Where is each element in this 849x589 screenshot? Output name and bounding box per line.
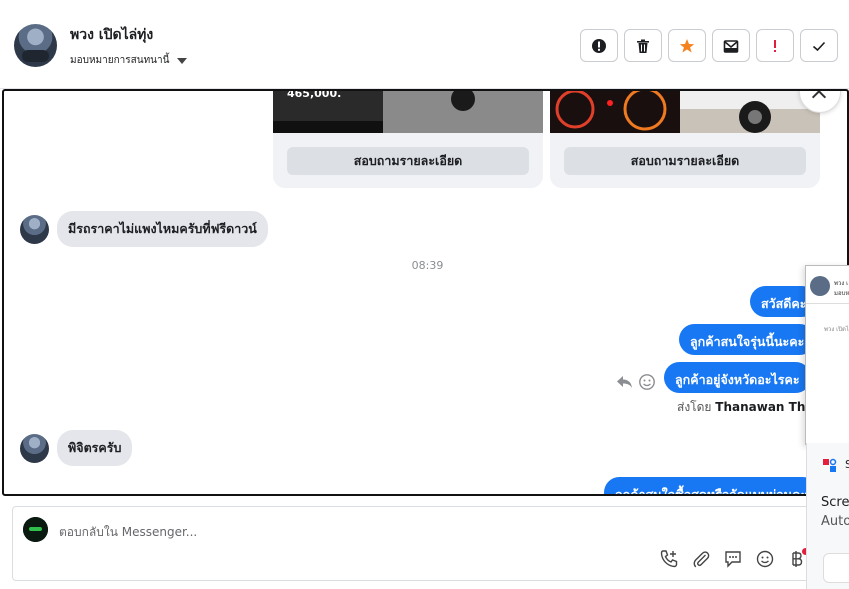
star-button[interactable] — [668, 29, 706, 62]
trash-icon — [637, 39, 649, 53]
preview-line: พวง เปิดไล่ทุ่ง — [824, 326, 849, 333]
recorder-subtitle: Auto — [821, 514, 849, 529]
outgoing-message-bubble[interactable]: ลูกค้าอยู่จังหวัดอะไรคะ — [664, 362, 811, 393]
phone-add-icon[interactable] — [659, 549, 679, 569]
car-dashboard-photo — [550, 91, 820, 133]
preview-line: มอบหม — [834, 290, 849, 297]
reply-input[interactable]: ตอบกลับใน Messenger... — [59, 523, 197, 542]
inbox-conversation-view: พวง เปิดไล่ทุ่ง มอบหมายการสนทนานี้ 465,0… — [0, 0, 849, 589]
incoming-message-row: พิจิตรครับ — [20, 430, 133, 466]
message-thread[interactable]: 465,000. สอบถามรายละเอียด สอบถามรายละเอี… — [2, 89, 849, 496]
mark-unread-button[interactable] — [712, 29, 750, 62]
report-spam-button[interactable] — [580, 29, 618, 62]
carousel-card: 465,000. สอบถามรายละเอียด — [273, 91, 543, 188]
recorder-title: Screen — [821, 495, 849, 510]
message-actions — [616, 373, 656, 391]
conversation-toolbar — [580, 29, 838, 62]
incoming-message-bubble[interactable]: มีรถราคาไม่แพงไหมครับที่ฟรีดาวน์ — [57, 211, 268, 247]
assign-label: มอบหมายการสนทนานี้ — [70, 55, 170, 66]
price-overlay-text: 465,000. — [287, 91, 341, 100]
reply-icon[interactable] — [616, 373, 634, 391]
outgoing-message-bubble[interactable]: ลูกค้าสนใจซื้อสดหรือจัดแบบผ่อนคะ — [604, 477, 819, 494]
caret-down-icon — [177, 57, 188, 64]
floating-preview-panel[interactable]: พวง เ มอบหม พวง เปิดไล่ทุ่ง — [805, 265, 849, 445]
inquire-details-button[interactable]: สอบถามรายละเอียด — [287, 147, 529, 175]
car-photo: 465,000. — [273, 91, 543, 133]
paperclip-icon[interactable] — [691, 549, 711, 569]
contact-avatar — [20, 214, 49, 244]
message-timestamp: 08:39 — [411, 259, 444, 272]
emoji-icon[interactable] — [755, 549, 775, 569]
exclamation-icon — [774, 39, 776, 52]
outgoing-message-bubble[interactable]: ลูกค้าสนใจรุ่นนี้นะคะ — [679, 324, 816, 355]
alert-circle-icon — [592, 38, 606, 53]
sent-by-label: ส่งโดย Thanawan Thon — [677, 398, 822, 417]
recorder-logo-icon — [823, 458, 837, 472]
reply-composer[interactable]: ตอบกลับใน Messenger... — [12, 506, 836, 581]
contact-avatar — [810, 276, 830, 296]
envelope-icon — [723, 39, 739, 53]
recorder-action-button[interactable] — [823, 553, 849, 583]
screen-recorder-popup: S Screen Auto — [806, 443, 849, 589]
assign-conversation-dropdown[interactable]: มอบหมายการสนทนานี้ — [70, 53, 188, 68]
divider — [806, 303, 849, 304]
carousel-card: สอบถามรายละเอียด — [550, 91, 820, 188]
recorder-app-label: S — [845, 458, 849, 471]
page-avatar — [23, 517, 48, 542]
react-emoji-icon[interactable] — [638, 373, 656, 391]
chat-bubble-icon[interactable] — [723, 549, 743, 569]
contact-avatar — [20, 433, 49, 463]
check-icon — [812, 41, 826, 51]
delete-button[interactable] — [624, 29, 662, 62]
sent-by-prefix: ส่งโดย — [677, 400, 712, 414]
mark-done-button[interactable] — [800, 29, 838, 62]
conversation-header: พวง เปิดไล่ทุ่ง มอบหมายการสนทนานี้ — [0, 0, 849, 89]
star-icon — [679, 38, 695, 52]
incoming-message-bubble[interactable]: พิจิตรครับ — [57, 430, 133, 466]
inquire-details-button[interactable]: สอบถามรายละเอียด — [564, 147, 806, 175]
contact-avatar[interactable] — [14, 24, 57, 67]
preview-line: พวง เ — [834, 280, 849, 287]
composer-actions — [659, 549, 807, 569]
contact-name[interactable]: พวง เปิดไล่ทุ่ง — [70, 24, 153, 46]
incoming-message-row: มีรถราคาไม่แพงไหมครับที่ฟรีดาวน์ — [20, 211, 268, 247]
follow-up-button[interactable] — [756, 29, 794, 62]
